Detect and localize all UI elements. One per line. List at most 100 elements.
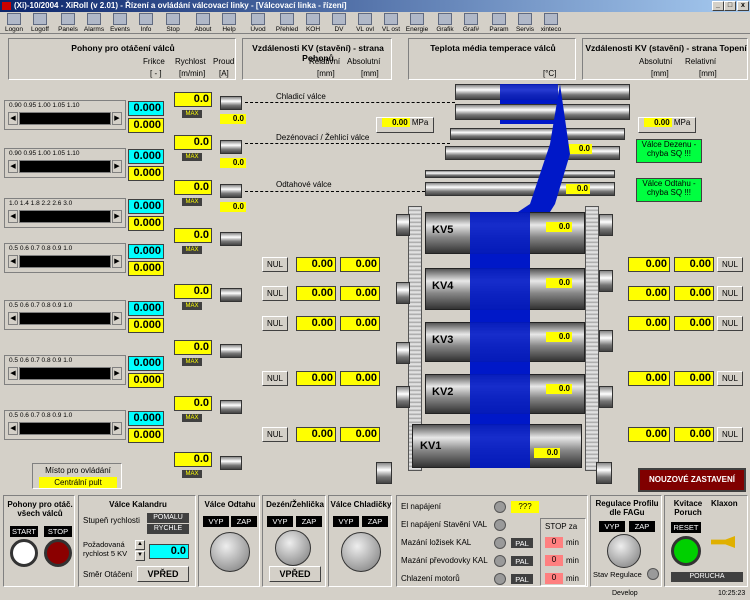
grafik-button[interactable]: Grafik bbox=[432, 12, 458, 34]
dezen-switch-knob[interactable] bbox=[275, 530, 311, 566]
frikce-value-7: 0.000 bbox=[128, 411, 164, 426]
slider-left-arrow[interactable]: ◀ bbox=[8, 210, 18, 223]
motor-left-kv3 bbox=[396, 342, 410, 364]
slider-frikce-7[interactable]: 0.5 0.6 0.7 0.8 0.9 1.0 ◀ ▶ bbox=[4, 410, 126, 440]
kvitace-panel: Kvitace Poruch Klaxon RESET PORUCHA bbox=[664, 495, 748, 587]
window-title: (Xi)-10/2004 - XiRoll (v 2.01) - Řízení … bbox=[14, 1, 347, 10]
stand-right bbox=[585, 206, 599, 471]
slider-frikce-6[interactable]: 0.5 0.6 0.7 0.8 0.9 1.0 ◀ ▶ bbox=[4, 355, 126, 385]
vl-ovl-button[interactable]: VL ovl bbox=[352, 12, 378, 34]
teplota-unit: [°C] bbox=[543, 69, 557, 78]
speed-down-button[interactable]: ▼ bbox=[135, 551, 145, 561]
slider-left-arrow[interactable]: ◀ bbox=[8, 255, 18, 268]
logon-button[interactable]: Logon bbox=[1, 12, 27, 34]
pomalu-button[interactable]: POMALU bbox=[147, 513, 189, 523]
dv-button[interactable]: DV bbox=[326, 12, 352, 34]
vl-ost-button[interactable]: VL ost bbox=[378, 12, 404, 34]
energie-button[interactable]: Energie bbox=[404, 12, 430, 34]
maximize-button[interactable]: □ bbox=[724, 1, 736, 11]
slider-right-arrow[interactable]: ▶ bbox=[112, 367, 122, 380]
servis-button[interactable]: Servis bbox=[512, 12, 538, 34]
slider-frikce-5[interactable]: 0.5 0.6 0.7 0.8 0.9 1.0 ◀ ▶ bbox=[4, 300, 126, 330]
nul-right-kv1[interactable]: NUL bbox=[717, 427, 743, 442]
close-button[interactable]: x bbox=[737, 1, 749, 11]
slider-right-arrow[interactable]: ▶ bbox=[112, 160, 122, 173]
param-button[interactable]: Param bbox=[486, 12, 512, 34]
slider-right-arrow[interactable]: ▶ bbox=[112, 210, 122, 223]
nul-right-kv5[interactable]: NUL bbox=[717, 257, 743, 272]
slider-frikce-2[interactable]: 0.90 0.95 1.00 1.05 1.10 ◀ ▶ bbox=[4, 148, 126, 178]
regulace-zap-label: ZAP bbox=[629, 521, 655, 532]
slider-frikce-4[interactable]: 0.5 0.6 0.7 0.8 0.9 1.0 ◀ ▶ bbox=[4, 243, 126, 273]
chladicky-zap-label: ZAP bbox=[362, 516, 388, 527]
info-button[interactable]: Info bbox=[133, 12, 159, 34]
slider-left-arrow[interactable]: ◀ bbox=[8, 112, 18, 125]
frikce-unit: [ - ] bbox=[150, 69, 162, 78]
panels-button[interactable]: Panels bbox=[55, 12, 81, 34]
uvod-button[interactable]: Úvod bbox=[245, 12, 271, 34]
proud-value-8: 0.0 bbox=[174, 452, 212, 467]
chladicky-vyp-label: VYP bbox=[333, 516, 359, 527]
slider-right-arrow[interactable]: ▶ bbox=[112, 255, 122, 268]
slider-track[interactable] bbox=[19, 112, 111, 125]
slider-track[interactable] bbox=[19, 160, 111, 173]
slider-left-arrow[interactable]: ◀ bbox=[8, 367, 18, 380]
material-kv2 bbox=[470, 374, 530, 414]
alarms-button[interactable]: Alarms bbox=[81, 12, 107, 34]
nul-left-kv3[interactable]: NUL bbox=[262, 316, 288, 331]
events-button[interactable]: Events bbox=[107, 12, 133, 34]
stop-button[interactable] bbox=[44, 539, 72, 567]
klaxon-title: Klaxon bbox=[711, 499, 738, 508]
nul-left-kv4[interactable]: NUL bbox=[262, 286, 288, 301]
about-button[interactable]: About bbox=[190, 12, 216, 34]
speed-up-button[interactable]: ▲ bbox=[135, 540, 145, 550]
xinteco-button[interactable]: xinteco bbox=[538, 12, 564, 34]
nul-left-kv2[interactable]: NUL bbox=[262, 371, 288, 386]
nul-right-kv3[interactable]: NUL bbox=[717, 316, 743, 331]
koh-button[interactable]: KOH bbox=[300, 12, 326, 34]
regulace-switch-knob[interactable] bbox=[607, 534, 641, 568]
slider-right-arrow[interactable]: ▶ bbox=[112, 312, 122, 325]
odtahu-title: Válce Odtahu bbox=[204, 500, 256, 509]
slider-track[interactable] bbox=[19, 255, 111, 268]
nul-left-kv5[interactable]: NUL bbox=[262, 257, 288, 272]
el-nap-label: El napájení bbox=[401, 502, 442, 511]
slider-right-arrow[interactable]: ▶ bbox=[112, 112, 122, 125]
reset-button[interactable] bbox=[671, 536, 701, 566]
relativni-unit: [mm] bbox=[317, 69, 335, 78]
nul-right-kv4[interactable]: NUL bbox=[717, 286, 743, 301]
logoff-button[interactable]: Logoff bbox=[27, 12, 53, 34]
prehled-button[interactable]: Přehled bbox=[274, 12, 300, 34]
rel-right-kv4: 0.00 bbox=[674, 286, 714, 301]
vpred-kalandr-button[interactable]: VPŘED bbox=[137, 566, 189, 582]
slider-left-arrow[interactable]: ◀ bbox=[8, 422, 18, 435]
nul-left-kv1[interactable]: NUL bbox=[262, 427, 288, 442]
slider-left-arrow[interactable]: ◀ bbox=[8, 312, 18, 325]
odtahu-switch-knob[interactable] bbox=[210, 532, 250, 572]
minimize-button[interactable]: _ bbox=[712, 1, 724, 11]
help-button[interactable]: Help bbox=[216, 12, 242, 34]
slider-frikce-3[interactable]: 1.0 1.4 1.8 2.2 2.6 3.0 ◀ ▶ bbox=[4, 198, 126, 228]
odtahu-zap-label: ZAP bbox=[231, 516, 257, 527]
rychle-button[interactable]: RYCHLE bbox=[147, 524, 189, 534]
nouzove-zastaveni-button[interactable]: NOUZOVÉ ZASTAVENÍ bbox=[638, 468, 746, 492]
slider-left-arrow[interactable]: ◀ bbox=[8, 160, 18, 173]
motor-drive-2 bbox=[220, 140, 242, 154]
slider-frikce-1[interactable]: 0.90 0.95 1.00 1.05 1.10 ◀ ▶ bbox=[4, 100, 126, 130]
start-button[interactable] bbox=[10, 539, 38, 567]
slider-track[interactable] bbox=[19, 422, 111, 435]
kv2-label: KV2 bbox=[432, 386, 454, 398]
slider-track[interactable] bbox=[19, 210, 111, 223]
relativni-label: Relativní bbox=[309, 57, 341, 66]
slider-right-arrow[interactable]: ▶ bbox=[112, 422, 122, 435]
slider-track[interactable] bbox=[19, 312, 111, 325]
vpred-dezen-button[interactable]: VPŘED bbox=[269, 566, 321, 582]
graf-button[interactable]: Graf# bbox=[458, 12, 484, 34]
chladicky-switch-knob[interactable] bbox=[341, 532, 381, 572]
slider-track[interactable] bbox=[19, 367, 111, 380]
stop-tool-button[interactable]: Stop bbox=[160, 12, 186, 34]
motor-right-kv1 bbox=[596, 462, 612, 484]
motor-left-kv1 bbox=[376, 462, 392, 484]
nul-right-kv2[interactable]: NUL bbox=[717, 371, 743, 386]
kv3-label: KV3 bbox=[432, 334, 454, 346]
